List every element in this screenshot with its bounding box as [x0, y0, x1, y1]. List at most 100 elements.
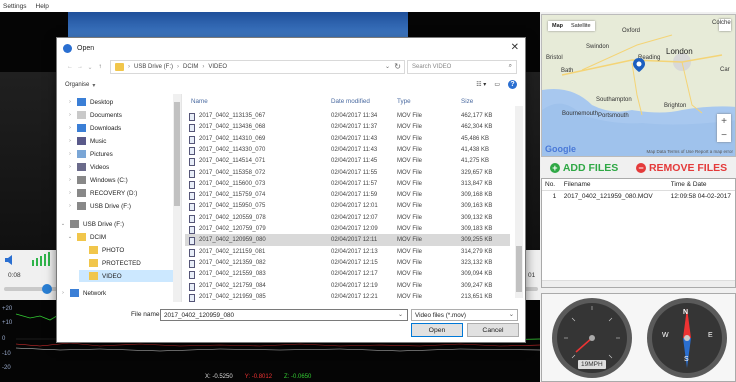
location-pin-icon[interactable] — [633, 58, 645, 72]
file-list-row[interactable]: 1 2017_0402_121959_080.MOV 12:09:58 04-0… — [542, 191, 735, 202]
breadcrumb-video[interactable]: VIDEO — [208, 64, 227, 70]
file-row[interactable]: 2017_0402_121159_081 02/04/2017 12:13 MOV … — [185, 246, 510, 258]
col-type[interactable]: Type — [397, 98, 411, 105]
zoom-out-icon[interactable]: − — [721, 130, 727, 141]
filetype-select[interactable]: Video files (*.mov) ⌄ — [411, 309, 518, 321]
nav-item-protected[interactable]: PROTECTED — [79, 257, 173, 269]
file-row[interactable]: 2017_0402_121759_084 02/04/2017 12:19 MOV … — [185, 280, 510, 292]
preview-pane-icon[interactable]: ▭ — [494, 81, 500, 88]
file-row[interactable]: 2017_0402_121959_085 02/04/2017 12:21 MOV … — [185, 291, 510, 302]
close-icon[interactable]: ✕ — [511, 42, 519, 53]
file-pane[interactable]: Name Date modified Type Size 2017_0402_1… — [185, 94, 525, 302]
menu-settings[interactable]: Settings — [3, 3, 27, 10]
expand-chevron-icon[interactable]: › — [67, 190, 73, 196]
file-row[interactable]: 2017_0402_120559_078 02/04/2017 12:07 MOV … — [185, 212, 510, 224]
expand-chevron-icon[interactable]: › — [67, 151, 73, 157]
nav-item-windows-c[interactable]: › Windows (C:) — [67, 174, 173, 186]
file-row[interactable]: 2017_0402_114330_070 02/04/2017 11:43 MOV … — [185, 144, 510, 156]
nav-item-videos[interactable]: › Videos — [67, 161, 173, 173]
nav-item-recovery-d[interactable]: › RECOVERY (D:) — [67, 187, 173, 199]
address-dropdown-icon[interactable]: ⌄ — [385, 63, 390, 70]
zoom-in-icon[interactable]: + — [721, 116, 727, 127]
expand-chevron-icon[interactable]: › — [60, 290, 66, 296]
file-row[interactable]: 2017_0402_114514_071 02/04/2017 11:45 MOV … — [185, 155, 510, 167]
nav-item-documents[interactable]: › Documents — [67, 109, 173, 121]
remove-files-button[interactable]: − REMOVE FILES — [635, 162, 727, 174]
refresh-icon[interactable]: ↻ — [394, 62, 401, 71]
col-no[interactable]: No. — [542, 181, 564, 188]
col-date-modified[interactable]: Date modified — [331, 98, 370, 105]
expand-chevron-icon[interactable]: ⌄ — [60, 221, 66, 227]
expand-chevron-icon[interactable]: ⌄ — [67, 234, 73, 240]
recent-dropdown-icon[interactable]: ⌄ — [85, 64, 95, 71]
file-row[interactable]: 2017_0402_121359_082 02/04/2017 12:15 MOV … — [185, 257, 510, 269]
view-options-icon[interactable]: ☷ ▾ — [476, 81, 486, 88]
nav-item-dcim[interactable]: ⌄ DCIM — [67, 231, 173, 243]
filename-input[interactable] — [160, 309, 408, 321]
open-button[interactable]: Open — [411, 323, 463, 337]
nav-item-usb-drive-f[interactable]: ⌄ USB Drive (F:) — [60, 218, 173, 230]
nav-item-desktop[interactable]: › Desktop — [67, 96, 173, 108]
file-row[interactable]: 2017_0402_120759_079 02/04/2017 12:09 MOV … — [185, 223, 510, 235]
mov-file-icon — [189, 180, 195, 189]
expand-chevron-icon[interactable]: › — [67, 177, 73, 183]
file-row[interactable]: 2017_0402_120959_080 02/04/2017 12:11 MOV … — [185, 234, 510, 247]
nav-item-pictures[interactable]: › Pictures — [67, 148, 173, 160]
volume-icon[interactable] — [4, 254, 16, 266]
tab-map[interactable]: Map — [548, 21, 567, 31]
map-terms[interactable]: Map Data Terms of Use Report a map error — [647, 149, 733, 154]
mov-file-icon — [189, 237, 195, 246]
expand-chevron-icon[interactable]: › — [67, 112, 73, 118]
col-name[interactable]: Name — [191, 98, 208, 105]
file-row[interactable]: 2017_0402_115950_075 02/04/2017 12:01 MOV … — [185, 200, 510, 212]
navigation-pane[interactable]: › Desktop › Documents › Downloads › Music › Pictu… — [57, 94, 182, 302]
menu-help[interactable]: Help — [36, 3, 49, 10]
expand-chevron-icon[interactable]: › — [67, 203, 73, 209]
expand-chevron-icon[interactable]: › — [67, 99, 73, 105]
expand-chevron-icon[interactable]: › — [67, 138, 73, 144]
file-row[interactable]: 2017_0402_121559_083 02/04/2017 12:17 MOV … — [185, 268, 510, 280]
organise-chevron-icon[interactable]: ▾ — [92, 82, 95, 89]
file-name: 2017_0402_113135_067 — [199, 113, 266, 119]
address-bar[interactable]: › USB Drive (F:) › DCIM › VIDEO ⌄ ↻ — [110, 60, 405, 74]
nav-item-downloads[interactable]: › Downloads — [67, 122, 173, 134]
cancel-button[interactable]: Cancel — [467, 323, 519, 337]
back-arrow-icon[interactable]: ← — [65, 64, 75, 70]
col-size[interactable]: Size — [461, 98, 473, 105]
map-background — [542, 15, 735, 156]
file-row[interactable]: 2017_0402_114310_069 02/04/2017 11:43 MOV … — [185, 133, 510, 145]
filename-dropdown-icon[interactable]: ⌄ — [398, 311, 403, 318]
nav-scrollbar[interactable] — [173, 94, 181, 302]
nav-item-photo[interactable]: PHOTO — [79, 244, 173, 256]
file-date: 02/04/2017 11:43 — [331, 146, 378, 153]
file-row[interactable]: 2017_0402_113135_067 02/04/2017 11:34 MOV … — [185, 110, 510, 122]
add-files-button[interactable]: + ADD FILES — [549, 162, 618, 174]
file-pane-scrollbar[interactable] — [515, 106, 523, 298]
expand-chevron-icon[interactable]: › — [67, 164, 73, 170]
file-row[interactable]: 2017_0402_115358_072 02/04/2017 11:55 MOV … — [185, 167, 510, 179]
file-list[interactable]: No. Filename Time & Date 1 2017_0402_121… — [541, 178, 736, 288]
col-time-date[interactable]: Time & Date — [671, 181, 735, 188]
seek-thumb[interactable] — [42, 284, 52, 294]
expand-chevron-icon[interactable]: › — [67, 125, 73, 131]
file-date: 02/04/2017 12:19 — [331, 282, 378, 289]
organise-menu[interactable]: Organise — [65, 82, 89, 88]
nav-item-usb-drive-f[interactable]: › USB Drive (F:) — [67, 200, 173, 212]
map-panel[interactable]: Map Satellite Oxford London Reading Swin… — [541, 14, 736, 157]
nav-item-video[interactable]: VIDEO — [79, 270, 173, 282]
breadcrumb-dcim[interactable]: DCIM — [183, 64, 198, 70]
file-row[interactable]: 2017_0402_115600_073 02/04/2017 11:57 MOV … — [185, 178, 510, 190]
tab-satellite[interactable]: Satellite — [567, 21, 595, 31]
search-box[interactable]: Search VIDEO ⌕ — [407, 60, 517, 74]
file-row[interactable]: 2017_0402_115759_074 02/04/2017 11:59 MOV … — [185, 189, 510, 201]
breadcrumb-drive[interactable]: USB Drive (F:) — [134, 64, 173, 70]
up-arrow-icon[interactable]: ↑ — [95, 64, 105, 70]
dialog-titlebar[interactable]: Open — [57, 38, 525, 58]
file-row[interactable]: 2017_0402_113436_068 02/04/2017 11:37 MOV … — [185, 121, 510, 133]
forward-arrow-icon[interactable]: → — [75, 64, 85, 70]
nav-item-music[interactable]: › Music — [67, 135, 173, 147]
col-filename[interactable]: Filename — [564, 181, 671, 188]
help-icon[interactable]: ? — [508, 80, 517, 89]
file-list-hscrollbar[interactable] — [542, 280, 735, 287]
nav-item-network[interactable]: › Network — [60, 287, 173, 299]
